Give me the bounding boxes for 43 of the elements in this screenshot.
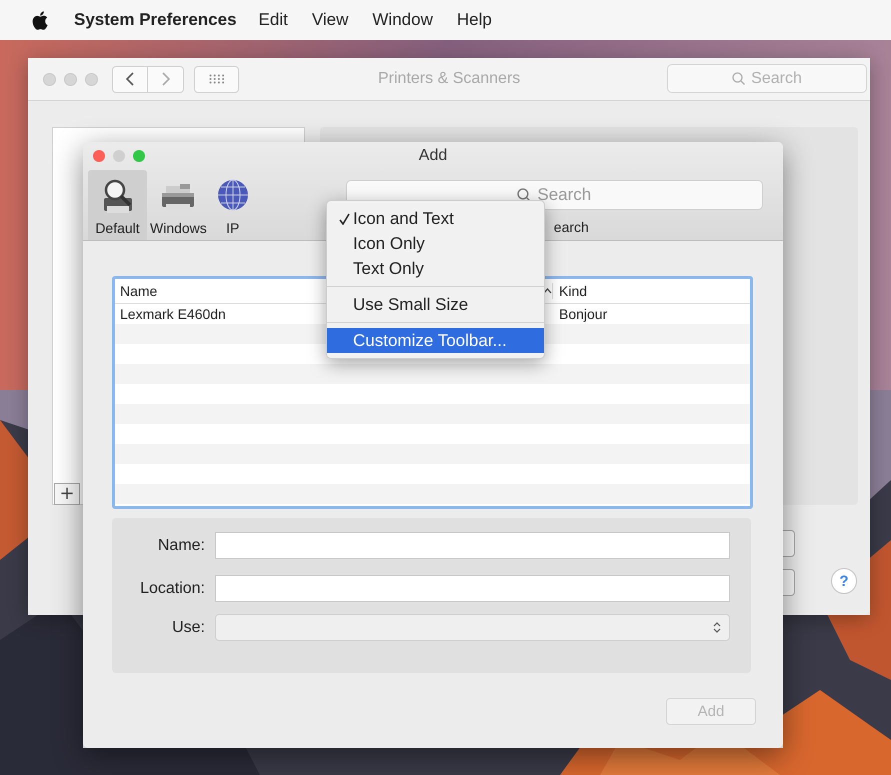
field-label: Location:	[139, 580, 205, 598]
up-down-arrows-icon	[713, 621, 721, 634]
table-cell-text: Lexmark E460dn	[119, 306, 227, 322]
menu-item[interactable]: Edit	[258, 10, 288, 30]
show-all-button[interactable]	[194, 66, 239, 92]
search-icon	[732, 72, 746, 85]
close-button[interactable]	[93, 150, 105, 162]
minimize-button[interactable]	[113, 150, 125, 162]
menu-item[interactable]: Help	[456, 10, 492, 30]
field-label: Name:	[156, 536, 205, 554]
add-printer-button[interactable]: +	[54, 483, 80, 505]
chevron-left-icon	[126, 72, 134, 86]
table-cell-text: Bonjour	[558, 306, 608, 322]
menu-app-name[interactable]: System Preferences	[74, 10, 237, 30]
zoom-button[interactable]	[85, 72, 98, 86]
menu-item[interactable]: Use Small Size	[327, 292, 544, 317]
toolbar-tab[interactable]: IP	[210, 170, 256, 240]
toolbar-tab[interactable]: Default	[88, 170, 147, 240]
apple-logo-icon[interactable]	[32, 10, 48, 30]
column-header[interactable]: Kind	[552, 283, 588, 299]
zoom-button[interactable]	[133, 150, 145, 162]
menu-item[interactable]: Text Only	[327, 256, 544, 281]
window-title: Printers & Scanners	[378, 70, 520, 88]
chevron-right-icon	[162, 72, 170, 86]
menu-item[interactable]: Customize Toolbar...	[327, 328, 544, 353]
toolbar-item-label: earch	[554, 219, 589, 235]
use-popup[interactable]	[215, 614, 730, 641]
field-label: Use:	[171, 618, 205, 636]
toolbar-tab[interactable]: Windows	[147, 170, 210, 240]
search-icon	[517, 188, 532, 202]
input-field[interactable]	[215, 532, 730, 559]
caret-up-icon	[543, 288, 552, 294]
menu-item[interactable]: Icon Only	[327, 231, 544, 256]
menu-item[interactable]: View	[312, 10, 348, 30]
minimize-button[interactable]	[64, 72, 77, 86]
forward-button[interactable]	[148, 66, 184, 92]
dialog-title: Add	[418, 147, 448, 165]
help-button[interactable]: ?	[831, 568, 857, 594]
menu-item[interactable]: Window	[372, 10, 433, 30]
input-field[interactable]	[215, 575, 730, 602]
close-button[interactable]	[43, 72, 56, 86]
back-button[interactable]	[112, 66, 148, 92]
grid-icon	[208, 74, 224, 84]
